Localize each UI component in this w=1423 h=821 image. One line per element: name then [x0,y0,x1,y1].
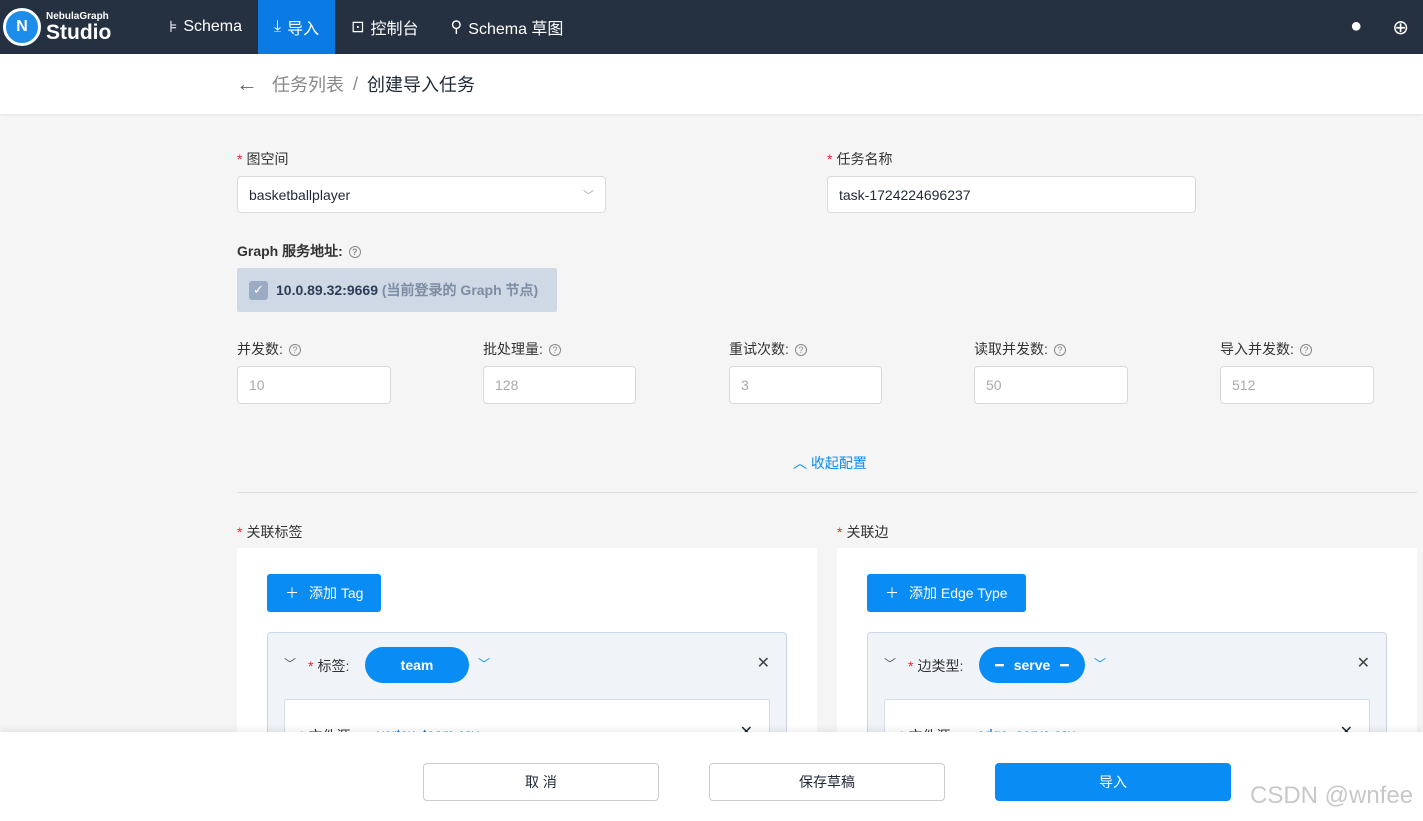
back-arrow-icon[interactable]: ← [236,71,258,97]
breadcrumb-parent[interactable]: 任务列表 [272,71,344,97]
help-icon[interactable]: ? [1053,344,1066,356]
task-name-label: * 任务名称 [827,151,893,167]
tags-label: * 关联标签 [237,524,303,540]
save-draft-button[interactable]: 保存草稿 [709,763,945,801]
param-label: 读取并发数:? [974,339,1066,359]
footer-bar: 取 消 保存草稿 导入 CSDN @wnfee [0,732,1423,821]
graph-address: 10.0.89.32:9669 [276,282,378,298]
retry-input[interactable]: 3 [729,366,882,404]
param-label: 导入并发数:? [1220,339,1312,359]
concurrency-input[interactable]: 10 [237,366,391,404]
add-tag-button[interactable]: ＋添加 Tag [267,574,382,612]
graph-note: (当前登录的 Graph 节点) [381,282,539,298]
task-name-input[interactable]: task-1724224696237 [827,176,1196,213]
github-icon[interactable]: ● [1350,15,1362,40]
nav-label: 导入 [287,21,320,38]
plus-icon: ＋ [885,585,899,601]
close-icon[interactable]: ✕ [757,653,770,673]
nav-console[interactable]: ⊡ 控制台 [335,0,434,54]
param-label: 重试次数:? [729,339,807,359]
import-icon: ⤓ [274,18,282,35]
checkbox-checked-icon[interactable]: ✓ [249,280,268,300]
help-icon[interactable]: ? [794,344,807,356]
nav-schema[interactable]: ⊧ Schema [153,0,258,54]
tree-icon: ⊧ [169,19,178,36]
collapse-chevron-icon[interactable]: ﹀ [284,655,296,672]
close-icon[interactable]: ✕ [1357,653,1370,673]
import-concurrency-input[interactable]: 512 [1220,366,1374,404]
cancel-button[interactable]: 取 消 [423,763,659,801]
space-select[interactable]: basketballplayer ﹀ [237,176,606,213]
nav-schema-draft[interactable]: ⚲ Schema 草图 [435,0,580,54]
divider [237,492,1417,493]
breadcrumb-separator: / [353,73,359,94]
help-icon[interactable]: ? [1299,344,1312,356]
add-edge-type-button[interactable]: ＋添加 Edge Type [867,574,1026,612]
globe-icon[interactable]: ⊕ [1392,15,1409,40]
breadcrumb-current: 创建导入任务 [367,75,476,95]
graph-address-checkbox[interactable]: ✓ 10.0.89.32:9669 (当前登录的 Graph 节点) [237,268,557,312]
top-nav: N NebulaGraph Studio ⊧ Schema ⤓ 导入 ⊡ 控制台 ⚲ Sc… [0,0,1423,54]
help-icon[interactable]: ? [288,344,301,356]
read-concurrency-input[interactable]: 50 [974,366,1128,404]
chevron-up-icon: ︿ [793,455,807,471]
graph-address-label: Graph 服务地址:? [237,241,361,261]
tags-panel: ＋添加 Tag ﹀ *标签: team ﹀ ✕ *文件源: vertex_tea… [237,548,817,779]
logo-small-text: NebulaGraph [46,10,109,22]
collapse-config-link[interactable]: ︿ 收起配置 [793,453,867,473]
nebula-logo-icon: N [3,8,41,46]
edges-label: * 关联边 [837,524,889,540]
edge-select[interactable]: ━ serve ━ [979,647,1085,683]
nav-label: Schema [183,18,243,35]
space-label: * 图空间 [237,151,289,167]
param-label: 批处理量:? [483,339,561,359]
graph-icon: ⚲ [450,19,463,36]
edge-line-icon: ━ [995,656,1004,673]
nav-label: 控制台 [370,21,419,38]
collapse-chevron-icon[interactable]: ﹀ [884,655,896,672]
nav-label: Schema 草图 [468,21,564,38]
edge-item-label: * 边类型: [908,658,964,674]
breadcrumb: ← 任务列表 / 创建导入任务 [0,54,1423,114]
import-button[interactable]: 导入 [995,763,1231,801]
watermark: CSDN @wnfee [1250,782,1414,809]
plus-icon: ＋ [285,585,299,601]
chevron-down-icon: ﹀ [583,189,594,202]
logo[interactable]: N NebulaGraph Studio [3,8,153,46]
help-icon[interactable]: ? [548,344,561,356]
edge-line-icon: ━ [1060,656,1069,673]
chevron-down-icon[interactable]: ﹀ [478,655,490,672]
edges-panel: ＋添加 Edge Type ﹀ *边类型: ━serve━ ﹀ ✕ *文件源: … [837,548,1417,779]
logo-big-text: Studio [46,20,112,44]
batch-size-input[interactable]: 128 [483,366,636,404]
param-label: 并发数:? [237,339,301,359]
terminal-icon: ⊡ [351,19,365,36]
help-icon[interactable]: ? [348,246,361,258]
tag-select[interactable]: team [365,647,469,683]
tag-item-label: * 标签: [308,658,350,674]
nav-import[interactable]: ⤓ 导入 [258,0,336,54]
chevron-down-icon[interactable]: ﹀ [1094,655,1106,672]
